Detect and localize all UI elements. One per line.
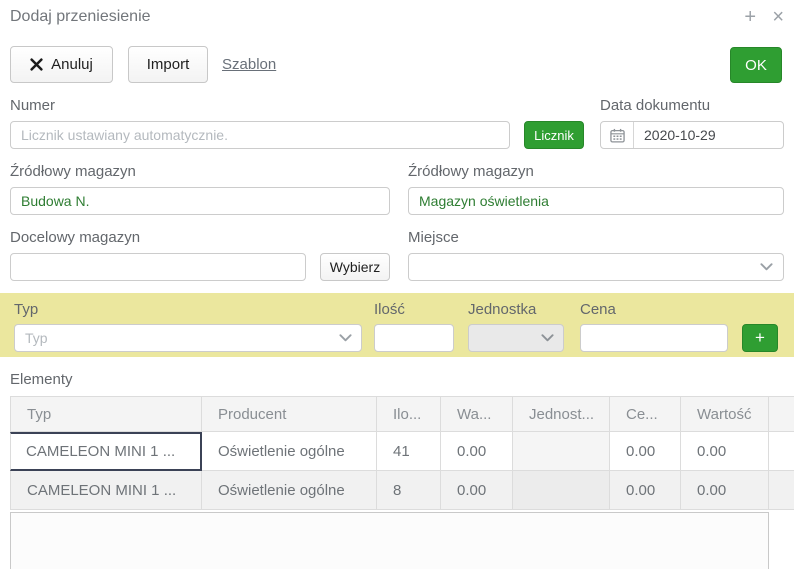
cell-cena[interactable]: 0.00 [610, 432, 681, 471]
import-button[interactable]: Import [128, 46, 208, 83]
cell-wartosc[interactable]: 0.00 [681, 432, 769, 471]
x-icon [30, 58, 43, 71]
quick-jednostka-label: Jednostka [468, 301, 536, 318]
target-warehouse-input[interactable] [10, 253, 306, 281]
wybierz-button[interactable]: Wybierz [320, 253, 390, 281]
source-warehouse-2-label: Źródłowy magazyn [408, 163, 534, 180]
licznik-button[interactable]: Licznik [524, 121, 584, 149]
grid-empty-area [10, 512, 769, 569]
chevron-down-icon [541, 334, 563, 342]
dialog-title: Dodaj przeniesienie [10, 8, 151, 26]
cancel-button[interactable]: Anuluj [10, 46, 113, 83]
cell-typ[interactable]: CAMELEON MINI 1 ... [10, 471, 202, 510]
quick-typ-combobox[interactable]: Typ [14, 324, 362, 352]
cell-extra [769, 432, 794, 471]
cell-producent[interactable]: Oświetlenie ogólne [202, 432, 377, 471]
cell-producent[interactable]: Oświetlenie ogólne [202, 471, 377, 510]
ok-button[interactable]: OK [730, 47, 782, 83]
quick-add-band: Typ Typ Ilość Jednostka Cena + [0, 293, 794, 357]
elements-grid: Typ Producent Ilo... Wa... Jednost... Ce… [10, 396, 794, 512]
cancel-button-label: Anuluj [51, 56, 93, 73]
template-link[interactable]: Szablon [222, 56, 276, 73]
cell-jednostka[interactable] [513, 471, 610, 510]
quick-typ-placeholder: Typ [15, 330, 339, 346]
numer-label: Numer [10, 97, 55, 114]
document-date-field[interactable]: 2020-10-29 [600, 121, 784, 149]
source-warehouse-label: Źródłowy magazyn [10, 163, 136, 180]
table-row[interactable]: CAMELEON MINI 1 ... Oświetlenie ogólne 8… [10, 471, 794, 510]
source-warehouse-input[interactable] [10, 187, 390, 215]
column-header-waga[interactable]: Wa... [441, 396, 513, 432]
cell-extra [769, 471, 794, 510]
quick-cena-label: Cena [580, 301, 616, 318]
column-header-wartosc[interactable]: Wartość [681, 396, 769, 432]
column-header-ilosc[interactable]: Ilo... [377, 396, 441, 432]
document-date-value: 2020-10-29 [634, 127, 716, 143]
column-header-producent[interactable]: Producent [202, 396, 377, 432]
calendar-icon [601, 122, 634, 148]
column-header-typ[interactable]: Typ [10, 396, 202, 432]
cell-waga[interactable]: 0.00 [441, 471, 513, 510]
target-warehouse-label: Docelowy magazyn [10, 229, 140, 246]
cell-waga[interactable]: 0.00 [441, 432, 513, 471]
window-close-icon[interactable]: × [772, 6, 784, 28]
window-add-icon[interactable]: + [744, 6, 756, 28]
cell-cena[interactable]: 0.00 [610, 471, 681, 510]
source-warehouse-2-input[interactable] [408, 187, 784, 215]
import-button-label: Import [147, 56, 190, 73]
quick-jednostka-select[interactable] [468, 324, 564, 352]
quick-cena-input[interactable] [580, 324, 728, 352]
quick-ilosc-input[interactable] [374, 324, 454, 352]
grid-header-row: Typ Producent Ilo... Wa... Jednost... Ce… [10, 396, 794, 432]
column-header-jednostka[interactable]: Jednost... [513, 396, 610, 432]
chevron-down-icon [339, 334, 361, 342]
numer-input[interactable] [10, 121, 510, 149]
column-header-cena[interactable]: Ce... [610, 396, 681, 432]
miejsce-select[interactable] [408, 253, 784, 281]
quick-typ-label: Typ [14, 301, 38, 318]
cell-ilosc[interactable]: 41 [377, 432, 441, 471]
document-date-label: Data dokumentu [600, 97, 710, 114]
table-row[interactable]: CAMELEON MINI 1 ... Oświetlenie ogólne 4… [10, 432, 794, 471]
cell-ilosc[interactable]: 8 [377, 471, 441, 510]
column-header-extra [769, 396, 794, 432]
quick-ilosc-label: Ilość [374, 301, 405, 318]
cell-wartosc[interactable]: 0.00 [681, 471, 769, 510]
cell-jednostka[interactable] [513, 432, 610, 471]
miejsce-label: Miejsce [408, 229, 459, 246]
cell-typ-selected[interactable]: CAMELEON MINI 1 ... [10, 432, 202, 471]
elements-section-label: Elementy [10, 371, 73, 388]
chevron-down-icon [760, 263, 773, 271]
add-element-button[interactable]: + [742, 324, 778, 352]
